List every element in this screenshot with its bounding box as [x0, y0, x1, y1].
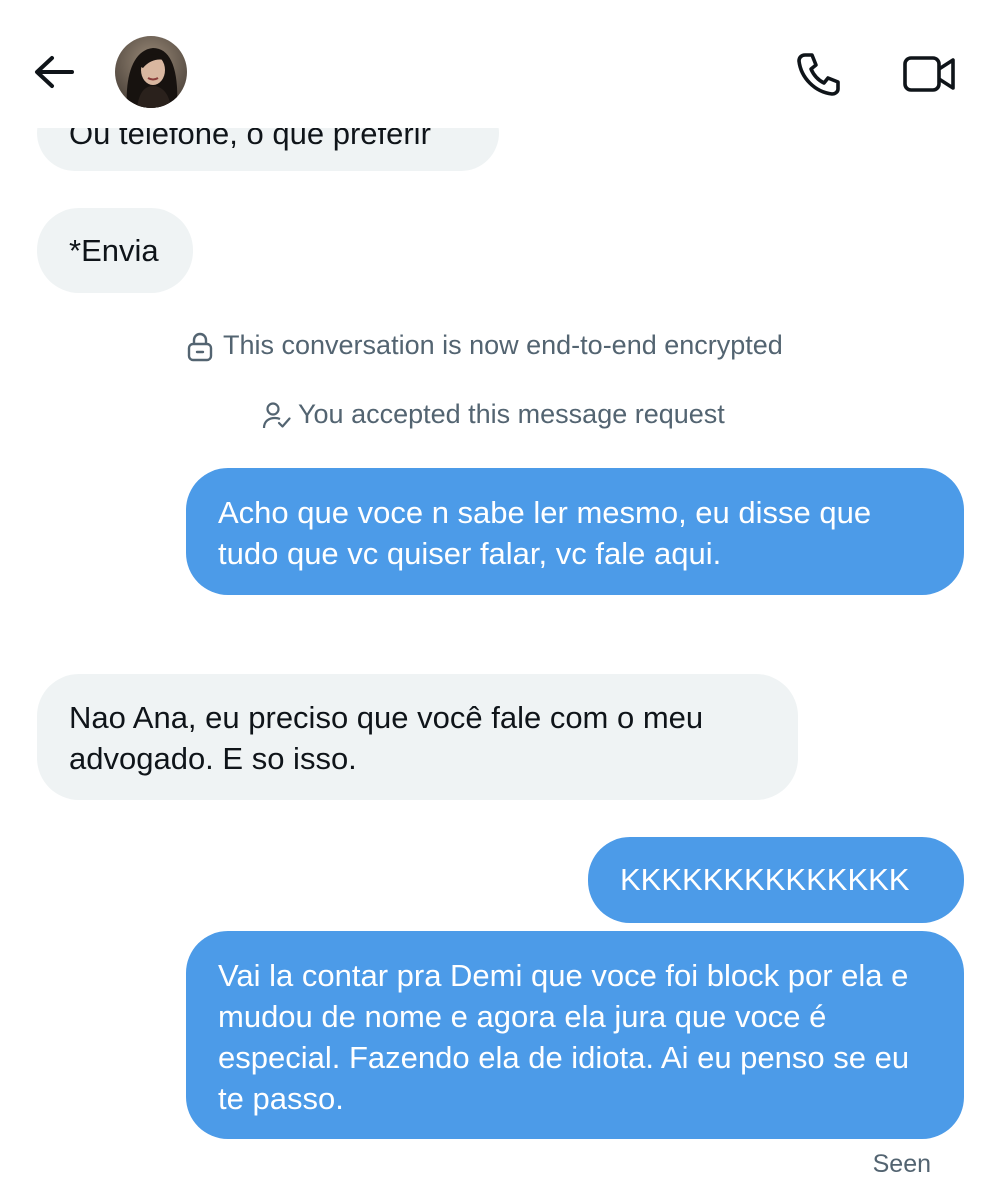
arrow-left-icon	[35, 56, 74, 88]
voice-call-button[interactable]	[795, 50, 843, 98]
lock-icon	[187, 332, 213, 362]
video-camera-icon	[903, 56, 955, 92]
message-bubble-incoming[interactable]: *Envia	[37, 208, 193, 293]
phone-icon	[797, 53, 840, 96]
message-text: Acho que voce n sabe ler mesmo, eu disse…	[218, 495, 872, 571]
encryption-notice-text: This conversation is now end-to-end encr…	[223, 330, 783, 360]
request-accepted-notice: You accepted this message request	[262, 399, 725, 430]
back-button[interactable]	[30, 52, 78, 92]
message-text: Nao Ana, eu preciso que você fale com o …	[69, 700, 704, 776]
profile-avatar-image	[115, 36, 187, 108]
message-text: Vai la contar pra Demi que voce foi bloc…	[218, 958, 910, 1116]
message-bubble-outgoing[interactable]: KKKKKKKKKKKKKK	[588, 837, 964, 923]
avatar[interactable]	[115, 36, 187, 108]
message-text: *Envia	[69, 233, 159, 268]
encryption-notice: This conversation is now end-to-end encr…	[187, 330, 783, 362]
message-bubble-outgoing[interactable]: Vai la contar pra Demi que voce foi bloc…	[186, 931, 964, 1139]
video-call-button[interactable]	[902, 54, 956, 94]
request-accepted-notice-text: You accepted this message request	[298, 399, 725, 429]
message-bubble-incoming[interactable]: Nao Ana, eu preciso que você fale com o …	[37, 674, 798, 800]
conversation-header	[0, 0, 1001, 128]
message-bubble-outgoing[interactable]: Acho que voce n sabe ler mesmo, eu disse…	[186, 468, 964, 595]
seen-status: Seen	[872, 1150, 931, 1178]
message-text: KKKKKKKKKKKKKK	[620, 862, 910, 897]
person-check-icon	[262, 402, 291, 429]
